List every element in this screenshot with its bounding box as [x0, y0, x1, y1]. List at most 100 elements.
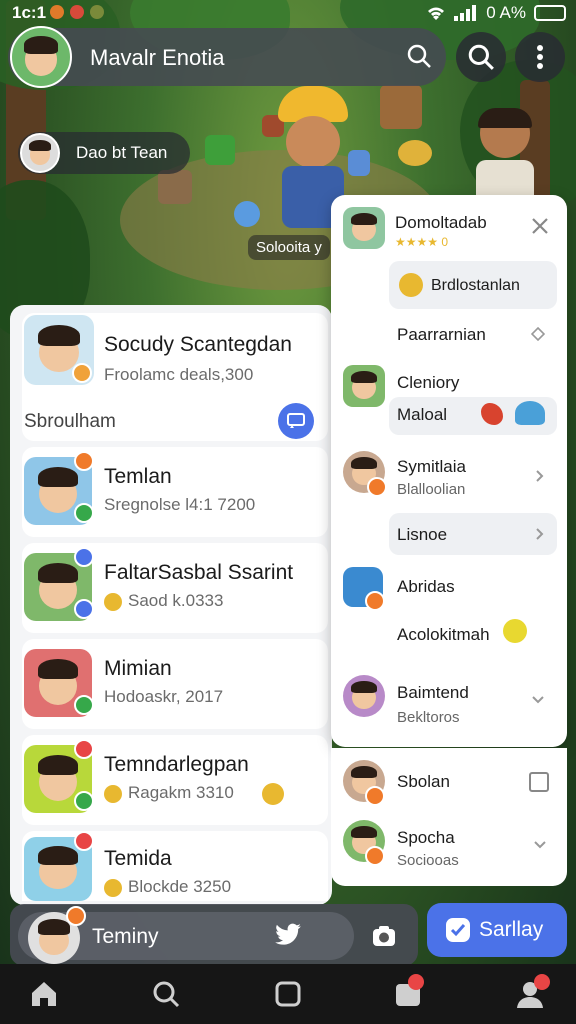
list-item[interactable]: Temndarlegpan Ragakm 3310: [22, 735, 328, 825]
primary-action-button[interactable]: Sarllay: [427, 903, 567, 957]
chevron-right-icon: [536, 528, 544, 540]
status-badge: [365, 786, 385, 806]
coin-icon: [104, 593, 122, 611]
status-badge: [367, 477, 387, 497]
menu-item[interactable]: Paarrarnian: [389, 315, 557, 355]
search-icon[interactable]: [406, 43, 432, 69]
search-icon: [468, 44, 494, 70]
avatar: [343, 207, 385, 249]
status-badge: [365, 846, 385, 866]
checkbox[interactable]: [529, 772, 549, 792]
composer-bar: Teminy: [10, 904, 418, 966]
status-badge: [74, 547, 94, 567]
status-notification-icons: [50, 5, 104, 19]
search-icon[interactable]: [150, 978, 182, 1010]
profile-name: Socudy Scantegdan: [104, 333, 292, 356]
status-badge: [72, 363, 92, 383]
list-item-name: Temida: [104, 847, 172, 870]
coin-icon: [104, 785, 122, 803]
menu-item-label: Sbolan: [397, 772, 450, 791]
list-item-sub: Ragakm 3310: [128, 783, 234, 802]
detail-popover: Domoltadab ★★★★ 0 Brdlostanlan Paarrarni…: [331, 195, 567, 747]
status-time: 1c:1: [12, 3, 47, 22]
status-badge: [74, 503, 94, 523]
status-badge: [74, 695, 94, 715]
avatar[interactable]: [10, 26, 72, 88]
status-badge: [74, 451, 94, 471]
notification-badge: [408, 974, 424, 990]
menu-item[interactable]: Baimtend Bekltoros: [389, 677, 557, 731]
list-item[interactable]: FaltarSasbal Ssarint Saod k.0333: [22, 543, 328, 633]
close-icon[interactable]: [531, 217, 549, 235]
chevron-down-icon[interactable]: [533, 840, 547, 850]
signal-icon: [454, 5, 477, 21]
reward-icon: [262, 783, 284, 805]
list-item[interactable]: Mimian Hodoaskr, 2017: [22, 639, 328, 729]
scene-sign: Solooita y: [248, 235, 330, 260]
emoji-icon: [503, 619, 527, 643]
popover-title: Domoltadab: [395, 213, 487, 232]
chevron-right-icon: [536, 470, 544, 482]
battery-icon: [534, 5, 566, 21]
list-item-name: Temlan: [104, 465, 172, 488]
notification-icon: [70, 5, 84, 19]
list-item-sub: Sregnolse l4:1 7200: [104, 495, 256, 514]
menu-item-label: Spocha: [397, 828, 455, 847]
emoji-icon: [399, 273, 423, 297]
notification-badge: [534, 974, 550, 990]
menu-item-label: Baimtend: [397, 683, 469, 702]
status-badge: [74, 739, 94, 759]
menu-item-label: Lisnoe: [397, 525, 448, 544]
menu-item[interactable]: Lisnoe: [389, 513, 557, 555]
primary-action-label: Sarllay: [479, 918, 544, 941]
menu-item-label: Paarrarnian: [397, 325, 486, 344]
user-chip[interactable]: Dao bt Tean: [18, 132, 190, 174]
contacts-panel: Socudy Scantegdan Froolamc deals,300 Sbr…: [10, 305, 332, 905]
chat-icon: [287, 413, 305, 428]
search-button[interactable]: [456, 32, 506, 82]
list-item[interactable]: Temlan Sregnolse l4:1 7200: [22, 447, 328, 537]
coin-icon: [104, 879, 122, 897]
bottom-nav: [0, 964, 576, 1024]
profile-card[interactable]: Socudy Scantegdan Froolamc deals,300 Sbr…: [22, 313, 328, 441]
menu-item[interactable]: Brdlostanlan: [389, 261, 557, 309]
check-badge-icon: [446, 918, 470, 942]
more-menu-button[interactable]: [515, 32, 565, 82]
camera-icon: [373, 926, 395, 946]
avatar: [343, 365, 385, 407]
chip-label: Dao bt Tean: [76, 143, 168, 162]
composer-label: Teminy: [92, 925, 159, 948]
composer-input[interactable]: Teminy: [18, 906, 354, 964]
header-title: Mavalr Enotia: [90, 45, 225, 70]
mushroom-icon: [515, 401, 545, 425]
menu-item-label: Cleniory: [397, 373, 460, 392]
status-badge: [365, 591, 385, 611]
diamond-icon: [531, 327, 545, 341]
avatar: [20, 133, 60, 173]
status-badge: [74, 791, 94, 811]
chat-button[interactable]: [278, 403, 314, 439]
chevron-down-icon: [532, 696, 544, 704]
home-icon[interactable]: [28, 978, 60, 1010]
menu-item-label: Abridas: [397, 577, 455, 596]
wifi-icon: [428, 7, 445, 20]
header-bar: Mavalr Enotia: [8, 26, 446, 88]
menu-item-label: Symitlaia: [397, 457, 466, 476]
list-item[interactable]: Temida Blockde 3250: [22, 831, 328, 901]
menu-item-sub: Blalloolian: [397, 481, 466, 498]
list-item-name: Mimian: [104, 657, 172, 680]
rating-stars: ★★★★ 0: [395, 235, 449, 249]
list-item-sub: Hodoaskr, 2017: [104, 687, 224, 706]
square-icon[interactable]: [272, 978, 304, 1010]
menu-item[interactable]: Cleniory Maloal: [389, 361, 557, 437]
avatar: [343, 675, 385, 717]
status-badge: [74, 831, 94, 851]
menu-item[interactable]: Symitlaia Blalloolian: [389, 451, 557, 505]
menu-item-sub: Bekltoros: [397, 709, 460, 726]
section-label: Sbroulham: [24, 411, 116, 432]
camera-button[interactable]: [366, 918, 402, 954]
detail-popover-extension: Sbolan Spocha Sociooas: [331, 748, 567, 886]
twitter-icon[interactable]: [274, 923, 302, 947]
list-item-sub: Blockde 3250: [128, 877, 232, 896]
notification-icon: [50, 5, 64, 19]
